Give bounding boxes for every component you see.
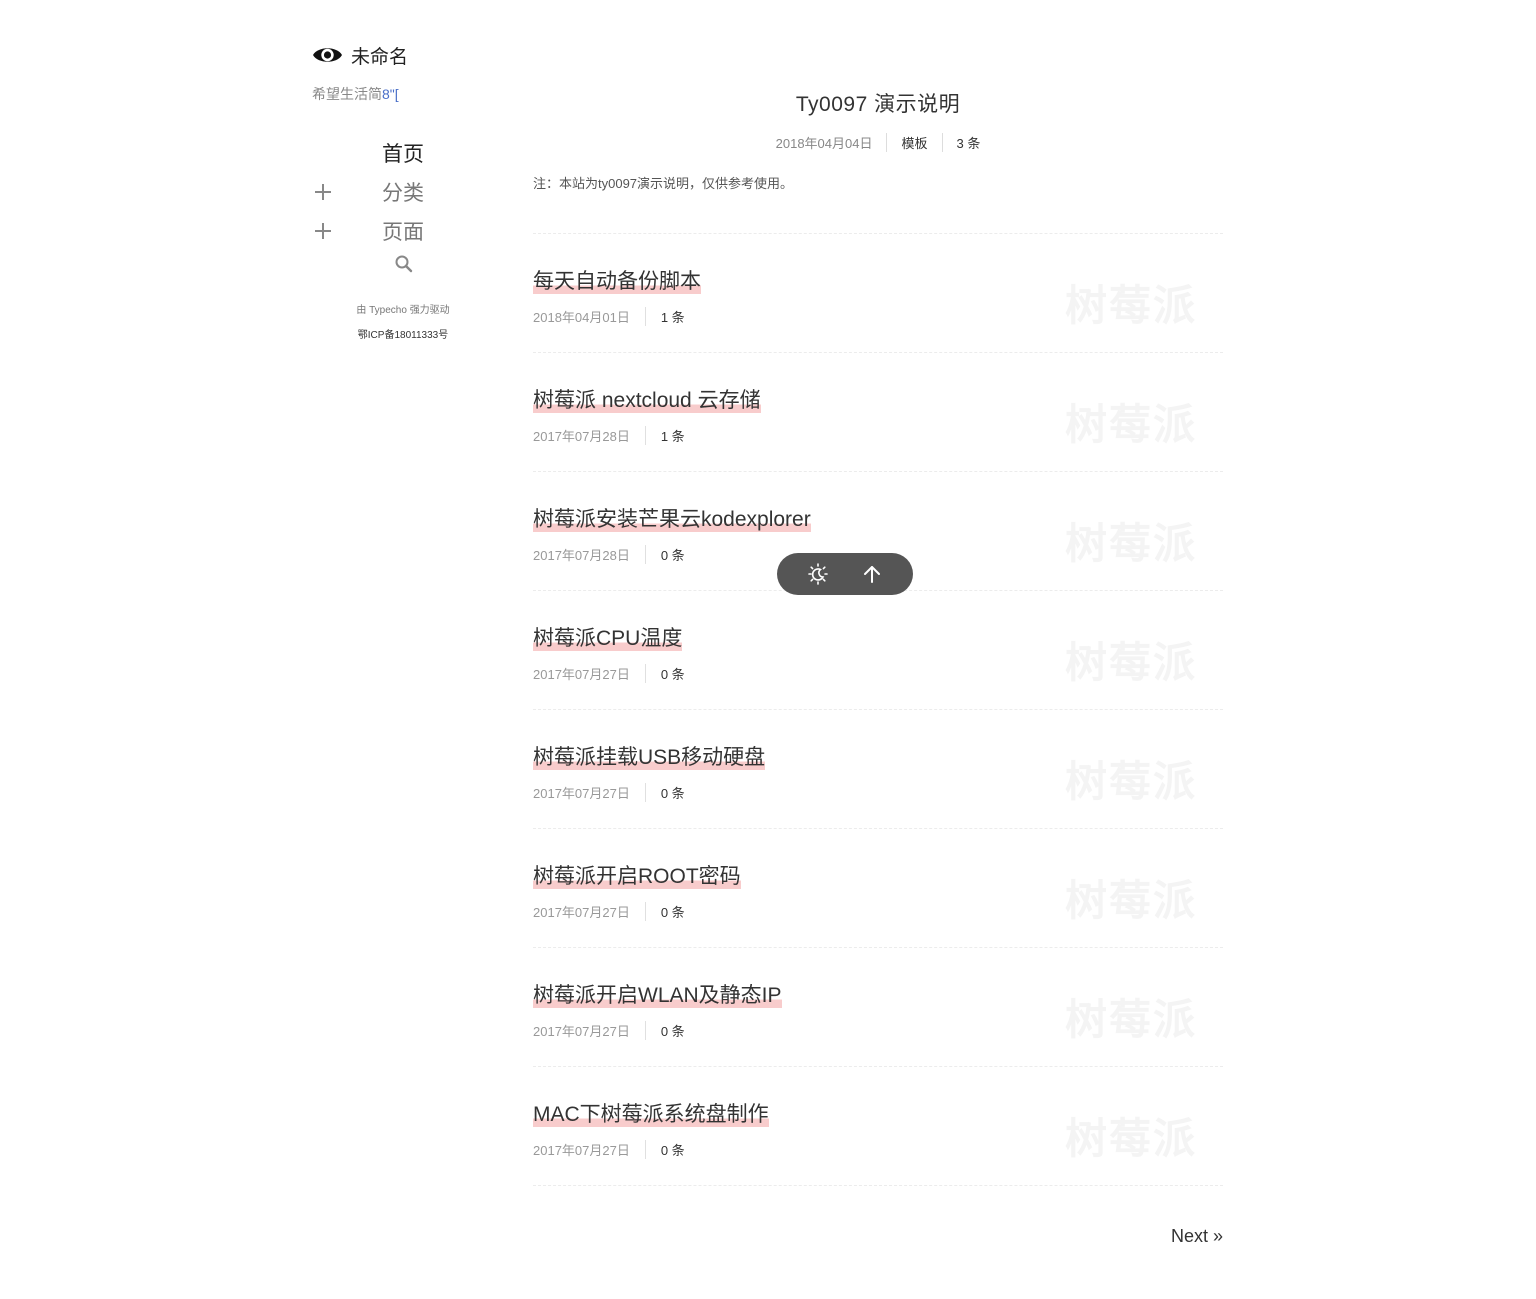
sidebar: 未命名 希望生活简8"[ 首页 分类 页面 由 Typecho 强力驱动 鄂IC…: [312, 40, 512, 342]
post-item: 每天自动备份脚本 2018年04月01日 1 条 树莓派: [533, 233, 1223, 352]
post-item: 树莓派挂载USB移动硬盘 2017年07月27日 0 条 树莓派: [533, 709, 1223, 828]
post-meta: 2017年07月27日 0 条: [533, 1021, 685, 1040]
post-comments[interactable]: 0 条: [644, 1021, 685, 1040]
post-watermark: 树莓派: [1064, 639, 1197, 686]
nav-label[interactable]: 首页: [382, 138, 424, 168]
post-title[interactable]: 树莓派安装芒果云kodexplorer: [533, 506, 811, 534]
post-date: 2017年07月27日: [533, 1143, 630, 1158]
search-icon[interactable]: [394, 254, 414, 274]
nav-label[interactable]: 页面: [382, 216, 424, 246]
pinned-post-category[interactable]: 模板: [886, 133, 941, 152]
post-date: 2017年07月28日: [533, 429, 630, 444]
post-item: 树莓派开启WLAN及静态IP 2017年07月27日 0 条 树莓派: [533, 947, 1223, 1066]
plus-icon[interactable]: [315, 184, 331, 200]
post-item: 树莓派开启ROOT密码 2017年07月27日 0 条 树莓派: [533, 828, 1223, 947]
pinned-post-comments[interactable]: 3 条: [941, 133, 995, 152]
post-list: 每天自动备份脚本 2018年04月01日 1 条 树莓派 树莓派 nextclo…: [533, 233, 1223, 1187]
post-date: 2017年07月28日: [533, 548, 630, 563]
tagline-suffix: 8"[: [382, 86, 399, 102]
post-title[interactable]: 树莓派 nextcloud 云存储: [533, 387, 761, 415]
post-comments[interactable]: 0 条: [644, 545, 685, 564]
post-title[interactable]: 树莓派挂载USB移动硬盘: [533, 744, 766, 772]
post-meta: 2017年07月27日 0 条: [533, 902, 685, 921]
post-comments[interactable]: 0 条: [644, 1140, 685, 1159]
post-date: 2017年07月27日: [533, 905, 630, 920]
next-page-link[interactable]: Next »: [1171, 1226, 1223, 1247]
post-watermark: 树莓派: [1064, 758, 1197, 805]
sidebar-footer: 由 Typecho 强力驱动 鄂ICP备18011333号: [312, 298, 494, 348]
post-meta: 2017年07月28日 0 条: [533, 545, 685, 564]
post-date: 2017年07月27日: [533, 667, 630, 682]
post-item: 树莓派 nextcloud 云存储 2017年07月28日 1 条 树莓派: [533, 352, 1223, 471]
typecho-link[interactable]: Typecho: [369, 305, 407, 316]
nav-item-home[interactable]: 首页: [312, 134, 494, 173]
post-date: 2017年07月27日: [533, 1024, 630, 1039]
site-brand[interactable]: 未命名: [312, 40, 512, 70]
post-title[interactable]: 树莓派开启WLAN及静态IP: [533, 982, 782, 1010]
list-divider: [533, 1185, 1223, 1187]
arrow-up-icon[interactable]: [859, 561, 885, 587]
post-title[interactable]: MAC下树莓派系统盘制作: [533, 1101, 769, 1129]
site-tagline: 希望生活简8"[: [312, 84, 512, 104]
plus-icon[interactable]: [315, 223, 331, 239]
floating-toolbar: [777, 553, 913, 595]
post-date: 2017年07月27日: [533, 786, 630, 801]
post-comments[interactable]: 1 条: [644, 426, 685, 445]
post-title[interactable]: 每天自动备份脚本: [533, 268, 701, 296]
pinned-post-meta: 2018年04月04日 模板 3 条: [533, 133, 1223, 152]
sun-moon-icon[interactable]: [805, 561, 831, 587]
post-comments[interactable]: 0 条: [644, 664, 685, 683]
nav-item-pages[interactable]: 页面: [312, 212, 494, 251]
post-item: 树莓派CPU温度 2017年07月27日 0 条 树莓派: [533, 590, 1223, 709]
post-watermark: 树莓派: [1064, 1115, 1197, 1162]
powered-prefix: 由: [356, 305, 367, 316]
post-date: 2018年04月01日: [533, 310, 630, 325]
pinned-post-title[interactable]: Ty0097 演示说明: [533, 88, 1223, 118]
post-watermark: 树莓派: [1064, 401, 1197, 448]
post-meta: 2017年07月28日 1 条: [533, 426, 685, 445]
post-meta: 2018年04月01日 1 条: [533, 307, 685, 326]
pinned-post-note: 注：本站为ty0097演示说明，仅供参考使用。: [533, 176, 794, 191]
post-meta: 2017年07月27日 0 条: [533, 783, 685, 802]
nav-label[interactable]: 分类: [382, 177, 424, 207]
nav-item-categories[interactable]: 分类: [312, 173, 494, 212]
post-title[interactable]: 树莓派CPU温度: [533, 625, 683, 653]
main-nav: 首页 分类 页面: [312, 134, 512, 251]
post-meta: 2017年07月27日 0 条: [533, 664, 685, 683]
post-comments[interactable]: 0 条: [644, 783, 685, 802]
post-comments[interactable]: 0 条: [644, 902, 685, 921]
post-title[interactable]: 树莓派开启ROOT密码: [533, 863, 741, 891]
powered-by: 由 Typecho 强力驱动: [312, 298, 494, 323]
tagline-text: 希望生活简: [312, 86, 382, 102]
pinned-post-date: 2018年04月04日: [775, 136, 873, 151]
post-watermark: 树莓派: [1064, 877, 1197, 924]
eye-icon: [312, 44, 343, 66]
post-watermark: 树莓派: [1064, 282, 1197, 329]
site-name[interactable]: 未命名: [351, 42, 408, 69]
post-watermark: 树莓派: [1064, 996, 1197, 1043]
page: 未命名 希望生活简8"[ 首页 分类 页面 由 Typecho 强力驱动 鄂IC…: [0, 0, 1536, 1299]
icp-link[interactable]: 鄂ICP备18011333号: [312, 323, 494, 348]
post-item: MAC下树莓派系统盘制作 2017年07月27日 0 条 树莓派: [533, 1066, 1223, 1185]
post-watermark: 树莓派: [1064, 520, 1197, 567]
post-meta: 2017年07月27日 0 条: [533, 1140, 685, 1159]
post-comments[interactable]: 1 条: [644, 307, 685, 326]
powered-suffix: 强力驱动: [409, 305, 450, 316]
